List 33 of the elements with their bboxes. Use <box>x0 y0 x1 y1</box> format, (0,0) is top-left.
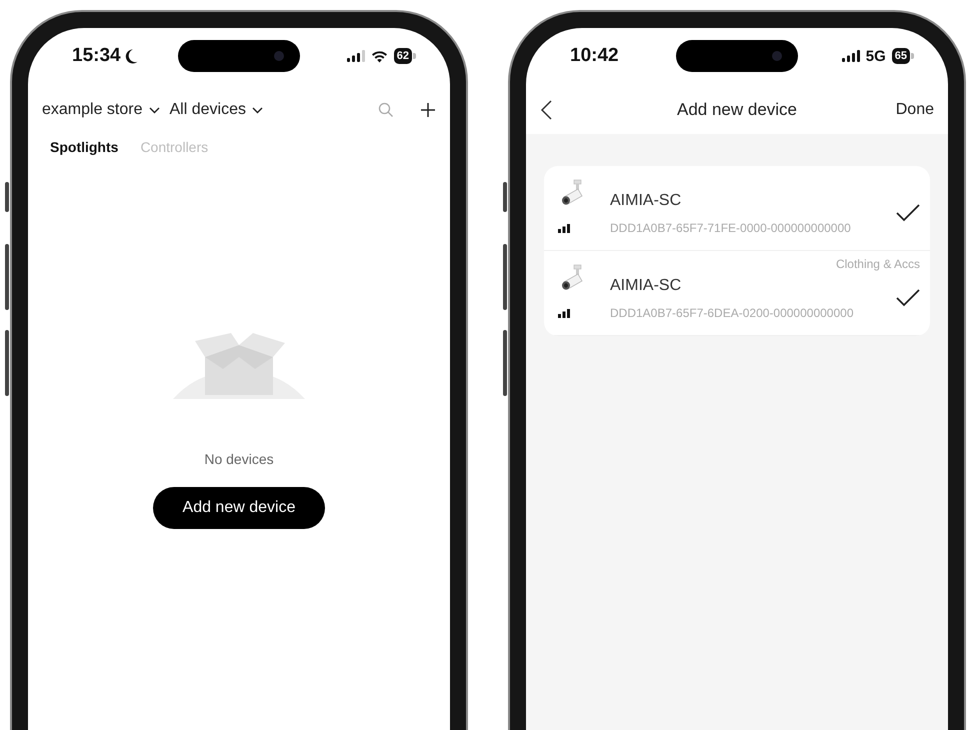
back-icon <box>540 100 552 120</box>
screen-title: Add new device <box>676 100 798 120</box>
store-dropdown[interactable]: example store <box>42 101 160 119</box>
status-time: 15:34 <box>72 45 121 67</box>
device-row[interactable]: Clothing & Accs AIMIA-SC DDD1A0B7-65F7-6DEA-0200-000000000000 <box>544 251 930 336</box>
device-name: AIMIA-SC <box>610 277 682 295</box>
signal-icon <box>842 50 860 62</box>
empty-message: No devices <box>204 451 274 467</box>
device-row[interactable]: AIMIA-SC DDD1A0B7-65F7-71FE-0000-000000000000 <box>544 166 930 251</box>
battery-level: 62 <box>394 48 412 64</box>
signal-strength-icon <box>558 308 570 318</box>
device-name: AIMIA-SC <box>610 192 682 210</box>
status-time: 10:42 <box>570 45 619 67</box>
device-id: DDD1A0B7-65F7-71FE-0000-000000000000 <box>610 221 852 235</box>
done-button[interactable]: Done <box>896 101 934 119</box>
device-id: DDD1A0B7-65F7-6DEA-0200-000000000000 <box>610 306 854 320</box>
add-device-button[interactable]: Add new device <box>152 487 326 529</box>
battery-level: 65 <box>892 48 910 64</box>
plus-icon <box>420 102 436 118</box>
chevron-down-icon <box>252 106 263 114</box>
checkmark-icon[interactable] <box>896 289 920 307</box>
signal-strength-icon <box>558 224 570 232</box>
tab[interactable]: Spotlights <box>50 139 118 155</box>
network-label: 5G <box>866 48 886 64</box>
moon-icon <box>124 48 138 64</box>
signal-icon <box>346 50 365 62</box>
chevron-down-icon <box>148 106 160 114</box>
search-icon <box>378 102 394 118</box>
group-label: Clothing & Accs <box>836 257 920 271</box>
add-button[interactable] <box>420 102 436 118</box>
device-filter-dropdown[interactable]: All devices <box>170 101 263 119</box>
wifi-icon <box>370 50 388 62</box>
checkmark-icon[interactable] <box>896 204 920 222</box>
